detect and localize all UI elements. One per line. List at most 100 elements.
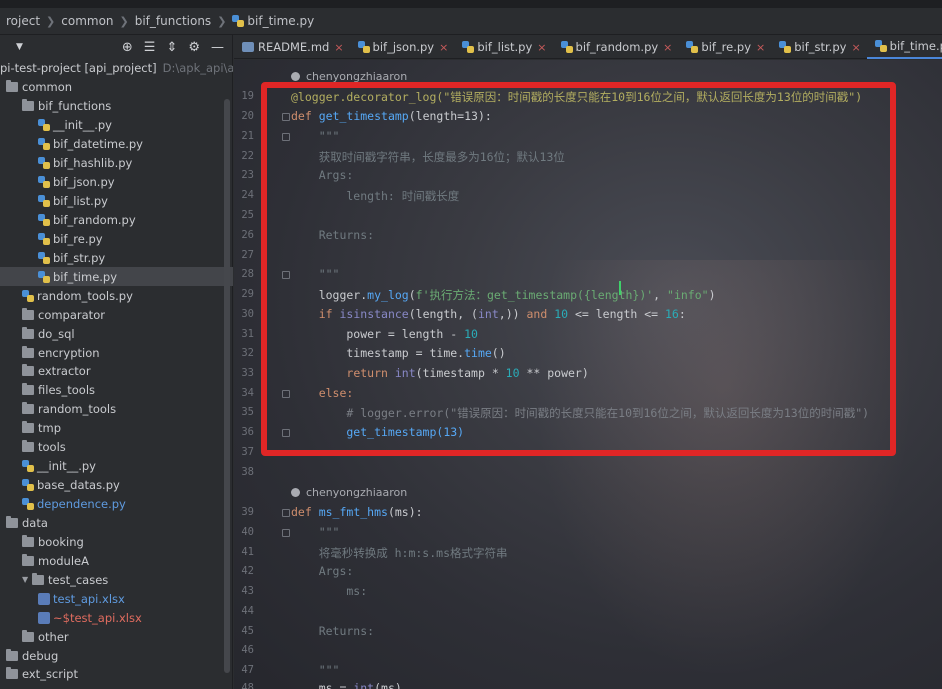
close-tab-icon[interactable]: × [663, 41, 672, 54]
line-number: 21 [241, 130, 254, 142]
close-tab-icon[interactable]: × [334, 41, 343, 54]
line-number: 46 [241, 644, 254, 656]
editor-tab[interactable]: bif_json.py × [350, 35, 455, 59]
tree-folder[interactable]: common [0, 78, 233, 97]
tree-item-label: base_datas.py [37, 478, 120, 493]
python-file-icon [232, 15, 245, 27]
tree-file[interactable]: base_datas.py [0, 476, 233, 495]
editor-tab[interactable]: bif_random.py × [553, 35, 679, 59]
tree-folder[interactable]: encryption [0, 343, 233, 362]
tree-folder[interactable]: tmp [0, 419, 233, 438]
gear-icon[interactable]: ⚙ [188, 40, 200, 55]
line-number: 26 [241, 229, 254, 241]
tree-root[interactable]: pi-test-project [api_project] D:\apk_api\… [0, 59, 233, 78]
tree-folder[interactable]: bif_functions [0, 97, 233, 116]
tree-item-label: bif_re.py [53, 231, 103, 246]
code-line-39: def ms_fmt_hms(ms): [291, 505, 423, 519]
close-tab-icon[interactable]: × [756, 41, 765, 54]
line-number: 44 [241, 605, 254, 617]
breadcrumb-bif-functions[interactable]: bif_functions ❯ [135, 14, 227, 28]
breadcrumb-project[interactable]: roject ❯ [6, 14, 55, 28]
python-icon [779, 41, 792, 53]
tree-folder[interactable]: do_sql [0, 324, 233, 343]
chevron-right-icon: ❯ [217, 14, 227, 28]
tree-file[interactable]: bif_random.py [0, 211, 233, 230]
expand-all-icon[interactable]: ☰ [144, 40, 156, 55]
folder-icon [22, 421, 34, 434]
tree-item-label: dependence.py [37, 497, 126, 512]
fold-marker-icon[interactable] [282, 509, 290, 517]
fold-marker-icon[interactable] [282, 529, 290, 537]
code-author-hint[interactable]: chenyongzhiaaron [291, 486, 407, 499]
breadcrumb-label: roject [6, 14, 41, 28]
tree-item-label: tmp [38, 421, 62, 436]
breadcrumb-label: common [61, 14, 114, 28]
tree-file[interactable]: bif_datetime.py [0, 135, 233, 154]
line-number: 47 [241, 664, 254, 676]
tree-folder[interactable]: ext_script [0, 665, 233, 684]
editor-tab[interactable]: bif_list.py × [454, 35, 552, 59]
tree-item-label: pi-test-project [api_project] [0, 61, 157, 76]
tree-file[interactable]: ~$test_api.xlsx [0, 608, 233, 627]
line-number: 19 [241, 90, 254, 102]
line-number: 45 [241, 625, 254, 637]
tree-folder[interactable]: comparator [0, 305, 233, 324]
tree-folder[interactable]: other [0, 627, 233, 646]
close-tab-icon[interactable]: × [537, 41, 546, 54]
chevron-right-icon: ❯ [119, 14, 129, 28]
tree-file[interactable]: test_api.xlsx [0, 589, 233, 608]
chevron-down-icon[interactable]: ▼ [16, 42, 23, 52]
editor-tab[interactable]: bif_time.py× [866, 35, 942, 59]
tree-item-label: bif_list.py [53, 194, 108, 209]
tree-item-label: encryption [38, 345, 100, 360]
tree-folder[interactable]: extractor [0, 362, 233, 381]
tree-file[interactable]: bif_json.py [0, 173, 233, 192]
tree-file[interactable]: __init__.py [0, 116, 233, 135]
tree-file[interactable]: __init__.py [0, 457, 233, 476]
project-scrollbar[interactable] [224, 99, 230, 673]
line-number: 28 [241, 268, 254, 280]
minimize-icon[interactable]: — [211, 40, 224, 55]
line-number: 43 [241, 585, 254, 597]
tree-folder[interactable]: ▼ test_cases [0, 570, 233, 589]
line-number: 40 [241, 526, 254, 538]
tree-item-label: other [38, 629, 69, 644]
tree-file[interactable]: dependence.py [0, 495, 233, 514]
breadcrumb-label: bif_functions [134, 14, 212, 28]
tree-item-label: bif_hashlib.py [53, 156, 133, 171]
close-tab-icon[interactable]: × [851, 41, 860, 54]
tree-file[interactable]: bif_str.py [0, 248, 233, 267]
tree-item-label: comparator [38, 307, 105, 322]
line-number: 37 [241, 446, 254, 458]
tree-folder[interactable]: random_tools [0, 400, 233, 419]
line-number: 23 [241, 169, 254, 181]
tree-file[interactable]: bif_list.py [0, 192, 233, 211]
close-tab-icon[interactable]: × [439, 41, 448, 54]
tree-file[interactable]: bif_time.py [0, 267, 233, 287]
locate-file-icon[interactable]: ⊕ [122, 40, 133, 55]
folder-icon [22, 345, 34, 358]
tree-folder[interactable]: files_tools [0, 381, 233, 400]
author-name: chenyongzhiaaron [306, 486, 408, 499]
tree-item-label: __init__.py [53, 118, 112, 133]
tree-folder[interactable]: moduleA [0, 551, 233, 570]
code-line-41: 将毫秒转换成 h:m:s.ms格式字符串 [291, 546, 508, 560]
editor-tab[interactable]: bif_re.py × [678, 35, 771, 59]
tree-item-label: ~$test_api.xlsx [53, 610, 142, 625]
chevron-right-icon: ❯ [46, 14, 56, 28]
breadcrumb-file[interactable]: bif_time.py [232, 14, 314, 28]
tree-file[interactable]: bif_re.py [0, 229, 233, 248]
tree-file[interactable]: random_tools.py [0, 286, 233, 305]
tree-folder[interactable]: data [0, 514, 233, 533]
breadcrumb-common[interactable]: common ❯ [61, 14, 128, 28]
chevron-down-icon[interactable]: ▼ [22, 575, 32, 584]
python-file-icon [38, 251, 50, 264]
collapse-all-icon[interactable]: ⇕ [166, 40, 177, 55]
tree-folder[interactable]: booking [0, 532, 233, 551]
editor-tab[interactable]: bif_str.py × [771, 35, 866, 59]
tree-folder[interactable]: debug [0, 646, 233, 665]
tree-file[interactable]: bif_hashlib.py [0, 154, 233, 173]
folder-icon [6, 648, 18, 661]
editor-tab[interactable]: README.md × [234, 35, 350, 59]
tree-folder[interactable]: tools [0, 438, 233, 457]
